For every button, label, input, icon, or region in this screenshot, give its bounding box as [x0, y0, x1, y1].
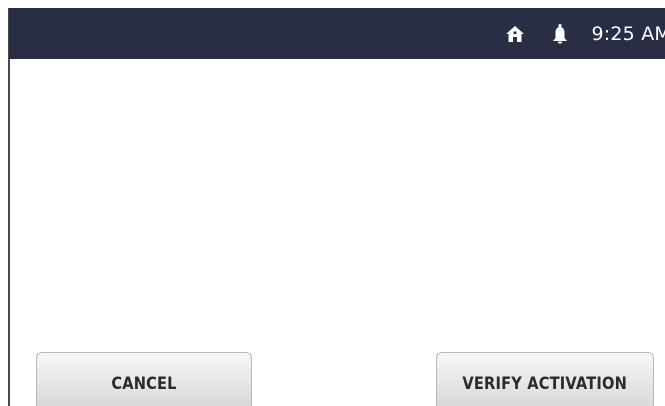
verify-activation-button-label: VERIFY ACTIVATION	[462, 374, 628, 394]
verify-activation-button[interactable]: VERIFY ACTIVATION	[436, 352, 654, 406]
status-bar: 9:25 AM	[9, 8, 665, 59]
bell-icon[interactable]	[550, 23, 570, 45]
cancel-button-label: CANCEL	[111, 374, 177, 394]
device-screen: 9:25 AM CANCEL VERIFY ACTIVATION	[0, 0, 665, 406]
cancel-button[interactable]: CANCEL	[36, 352, 252, 406]
status-time: 9:25 AM	[591, 22, 665, 45]
home-icon[interactable]	[504, 23, 526, 45]
